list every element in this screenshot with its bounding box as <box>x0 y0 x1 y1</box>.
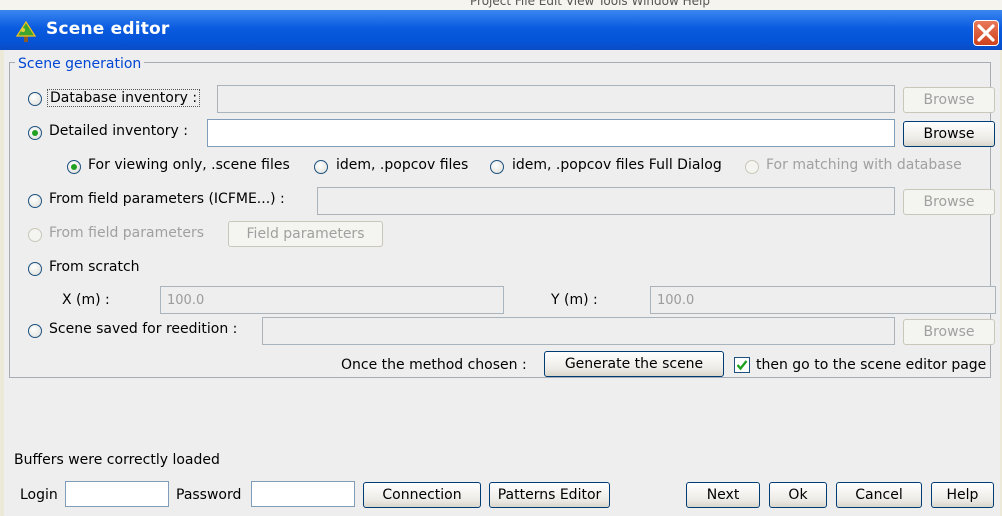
tree-icon <box>14 20 38 44</box>
help-button[interactable]: Help <box>931 482 994 508</box>
option-popcov-label: idem, .popcov files <box>336 157 469 173</box>
field-params-icfme-label: From field parameters (ICFME...) : <box>49 191 285 207</box>
y-label: Y (m) : <box>551 292 598 308</box>
x-field[interactable] <box>160 286 504 314</box>
scene-saved-radio[interactable] <box>28 324 42 338</box>
cancel-button[interactable]: Cancel <box>836 482 922 508</box>
database-inventory-label: Database inventory : <box>47 89 201 107</box>
login-label: Login <box>20 487 58 503</box>
field-params-radio[interactable] <box>28 228 42 242</box>
field-parameters-button[interactable]: Field parameters <box>228 221 383 247</box>
detailed-inventory-radio[interactable] <box>28 126 42 140</box>
option-scene-files-label: For viewing only, .scene files <box>88 157 290 173</box>
close-button[interactable] <box>973 20 999 46</box>
from-scratch-label: From scratch <box>49 259 140 275</box>
status-text: Buffers were correctly loaded <box>14 452 220 468</box>
field-params-browse-button[interactable]: Browse <box>903 189 995 215</box>
y-field[interactable] <box>650 286 996 314</box>
scene-saved-label: Scene saved for reedition : <box>49 321 238 337</box>
method-prompt: Once the method chosen : <box>341 357 527 373</box>
x-label: X (m) : <box>62 292 110 308</box>
next-button[interactable]: Next <box>686 482 760 508</box>
database-browse-button[interactable]: Browse <box>903 87 995 113</box>
password-label: Password <box>176 487 242 503</box>
option-popcov-full-label: idem, .popcov files Full Dialog <box>512 157 722 173</box>
database-inventory-radio[interactable] <box>28 92 42 106</box>
option-matching-radio[interactable] <box>745 160 759 174</box>
field-params-label: From field parameters <box>49 225 204 241</box>
connection-button[interactable]: Connection <box>363 482 481 508</box>
option-matching-label: For matching with database <box>766 157 962 173</box>
detailed-inventory-field[interactable] <box>207 119 895 147</box>
scene-generation-legend: Scene generation <box>15 56 145 72</box>
goto-editor-label: then go to the scene editor page <box>756 357 987 373</box>
option-scene-files-radio[interactable] <box>67 160 81 174</box>
detailed-browse-button[interactable]: Browse <box>903 121 995 147</box>
goto-editor-checkbox[interactable] <box>734 357 750 373</box>
login-field[interactable] <box>65 481 169 507</box>
from-scratch-radio[interactable] <box>28 262 42 276</box>
option-popcov-radio[interactable] <box>314 160 328 174</box>
field-params-icfme-field[interactable] <box>317 187 895 215</box>
scene-saved-field[interactable] <box>262 317 895 345</box>
patterns-editor-button[interactable]: Patterns Editor <box>489 482 610 508</box>
window-title: Scene editor <box>46 19 170 39</box>
detailed-inventory-label: Detailed inventory : <box>49 123 188 139</box>
password-field[interactable] <box>251 481 355 507</box>
field-params-icfme-radio[interactable] <box>28 194 42 208</box>
scene-saved-browse-button[interactable]: Browse <box>903 319 995 345</box>
close-icon <box>977 24 995 42</box>
check-icon <box>736 360 748 371</box>
menu-strip: Project File Edit View Tools Window Help <box>0 0 1002 10</box>
generate-scene-button[interactable]: Generate the scene <box>544 351 724 377</box>
database-inventory-field[interactable] <box>217 85 895 113</box>
ok-button[interactable]: Ok <box>769 482 827 508</box>
option-popcov-full-radio[interactable] <box>490 160 504 174</box>
menu-strip-text: Project File Edit View Tools Window Help <box>470 0 710 8</box>
